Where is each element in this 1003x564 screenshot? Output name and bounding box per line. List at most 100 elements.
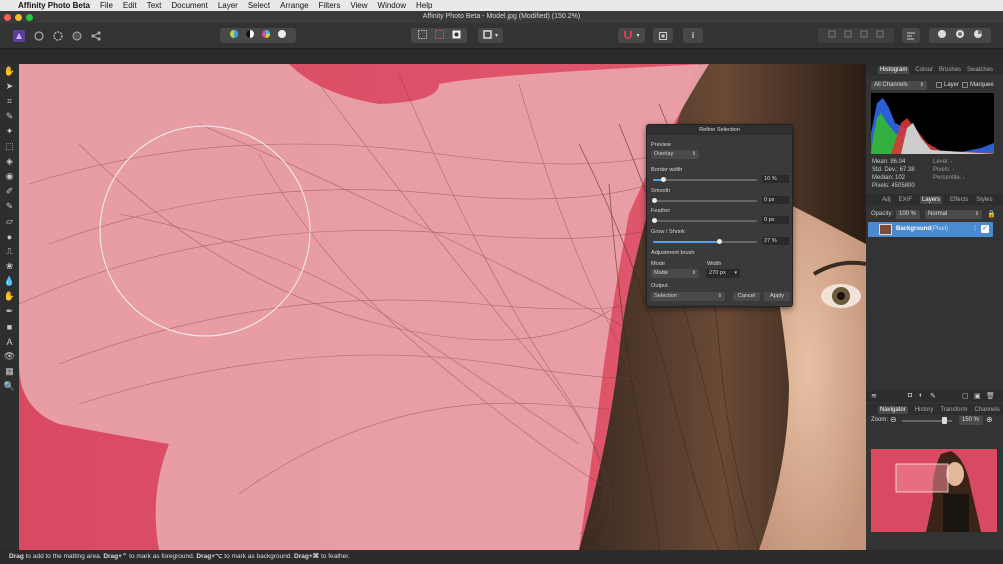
- paint-brush-icon[interactable]: ✐: [0, 184, 19, 199]
- channel-dropdown[interactable]: All Channels ⇕: [871, 81, 927, 90]
- flood-fill-icon[interactable]: ◈: [0, 154, 19, 169]
- menu-edit[interactable]: Edit: [123, 1, 137, 10]
- close-window-button[interactable]: [4, 14, 11, 21]
- pen-tool-icon[interactable]: ✒: [0, 304, 19, 319]
- tab-layers[interactable]: Layers: [920, 195, 943, 204]
- menu-help[interactable]: Help: [416, 1, 432, 10]
- layer-visibility-checkbox[interactable]: ✓: [981, 225, 989, 233]
- move-tool-icon[interactable]: ➤: [0, 79, 19, 94]
- apply-button[interactable]: Apply: [764, 292, 790, 301]
- blend-mode-dropdown[interactable]: Normal ⇕: [925, 210, 982, 219]
- snapping-dropdown[interactable]: ▾: [618, 28, 645, 43]
- auto-levels-icon[interactable]: [229, 29, 239, 42]
- color-picker-icon[interactable]: ◉: [0, 169, 19, 184]
- mesh-warp-icon[interactable]: ▦: [0, 364, 19, 379]
- layer-lock-icon[interactable]: ⋮: [972, 225, 978, 232]
- zoom-out-icon[interactable]: ⊖: [890, 415, 897, 424]
- navigator-preview[interactable]: [871, 449, 997, 532]
- zoom-tool-icon[interactable]: 🔍: [0, 379, 19, 394]
- send-backward-icon[interactable]: [860, 30, 868, 41]
- delete-layer-icon[interactable]: 🗑: [986, 392, 995, 400]
- layer-row-background[interactable]: Background (Pixel) ⋮ ✓: [868, 222, 993, 237]
- transform-icon[interactable]: [653, 28, 673, 43]
- width-field[interactable]: 270 px ▾: [706, 269, 740, 278]
- selection-brush-icon[interactable]: ✎: [0, 109, 19, 124]
- tab-colour[interactable]: Colour: [915, 67, 933, 73]
- zoom-in-icon[interactable]: ⊕: [986, 415, 993, 424]
- mode-dropdown[interactable]: Matte ⇕: [651, 269, 699, 278]
- layers-stack-icon[interactable]: ≋: [871, 392, 877, 400]
- shape-tool-icon[interactable]: ■: [0, 319, 19, 334]
- tab-navigator[interactable]: Navigator: [878, 405, 908, 414]
- border-width-slider[interactable]: [653, 177, 757, 182]
- tab-styles[interactable]: Styles: [976, 197, 992, 203]
- marquee-subtract-icon[interactable]: [434, 29, 444, 42]
- smooth-value[interactable]: 0 px: [762, 196, 789, 204]
- smooth-slider[interactable]: [652, 198, 757, 203]
- menu-app-name[interactable]: Affinity Photo Beta: [18, 1, 90, 10]
- red-eye-icon[interactable]: 👁: [0, 349, 19, 364]
- add-mask-icon[interactable]: ◘: [908, 392, 912, 399]
- liquify-persona-icon[interactable]: [31, 28, 46, 43]
- bring-to-front-icon[interactable]: [828, 30, 836, 41]
- dodge-icon[interactable]: ●: [0, 229, 19, 244]
- develop-persona-icon[interactable]: [50, 28, 65, 43]
- minimize-window-button[interactable]: [15, 14, 22, 21]
- output-dropdown[interactable]: Selection ⇕: [651, 292, 725, 301]
- add-group-icon[interactable]: ▣: [974, 392, 981, 400]
- clone-icon[interactable]: ⎍: [0, 244, 19, 259]
- tab-channels[interactable]: Channels: [974, 407, 999, 413]
- menu-layer[interactable]: Layer: [218, 1, 238, 10]
- cancel-button[interactable]: Cancel: [733, 292, 760, 301]
- view-tool-hand-icon[interactable]: ✋: [0, 64, 19, 79]
- marquee-rect-icon[interactable]: [417, 29, 427, 42]
- adjustment-icon[interactable]: ◐: [919, 392, 923, 399]
- inpainting-icon[interactable]: ❀: [0, 259, 19, 274]
- live-filter-icon[interactable]: ✎: [930, 392, 936, 400]
- view-icon[interactable]: [955, 29, 965, 42]
- customize-icon[interactable]: [973, 29, 983, 42]
- tab-transform[interactable]: Transform: [940, 407, 967, 413]
- menu-document[interactable]: Document: [171, 1, 207, 10]
- menu-window[interactable]: Window: [378, 1, 406, 10]
- layer-checkbox[interactable]: [936, 82, 942, 88]
- bring-forward-icon[interactable]: [844, 30, 852, 41]
- align-icon[interactable]: [902, 28, 920, 43]
- tab-exif[interactable]: EXIF: [899, 197, 912, 203]
- smudge-icon[interactable]: ✋: [0, 289, 19, 304]
- blur-brush-icon[interactable]: 💧: [0, 274, 19, 289]
- menu-text[interactable]: Text: [147, 1, 162, 10]
- preview-dropdown[interactable]: Overlay ⇕: [651, 150, 699, 159]
- tab-swatches[interactable]: Swatches: [967, 67, 993, 73]
- marquee-checkbox[interactable]: [962, 82, 968, 88]
- navigator-viewport[interactable]: [895, 463, 949, 493]
- info-icon[interactable]: i: [683, 28, 703, 43]
- send-to-back-icon[interactable]: [876, 30, 884, 41]
- selection-options-dropdown[interactable]: ▾: [478, 28, 503, 43]
- zoom-window-button[interactable]: [26, 14, 33, 21]
- studio-icon[interactable]: [937, 29, 947, 42]
- share-icon[interactable]: [88, 28, 103, 43]
- grow-shrink-slider[interactable]: [653, 239, 757, 244]
- menu-arrange[interactable]: Arrange: [280, 1, 308, 10]
- auto-colors-icon[interactable]: [261, 29, 271, 42]
- quick-mask-icon[interactable]: [452, 30, 461, 42]
- flood-select-icon[interactable]: ✦: [0, 124, 19, 139]
- tab-histogram[interactable]: Histogram: [878, 65, 910, 74]
- crop-tool-icon[interactable]: ⌗: [0, 94, 19, 109]
- menu-filters[interactable]: Filters: [319, 1, 341, 10]
- tab-adj[interactable]: Adj: [882, 197, 891, 203]
- text-tool-icon[interactable]: A: [0, 334, 19, 349]
- color-replacement-icon[interactable]: ✎: [0, 199, 19, 214]
- auto-white-balance-icon[interactable]: [277, 29, 287, 42]
- border-width-value[interactable]: 10 %: [762, 175, 789, 183]
- zoom-slider[interactable]: [902, 417, 952, 424]
- menu-select[interactable]: Select: [248, 1, 270, 10]
- eraser-icon[interactable]: ▱: [0, 214, 19, 229]
- tab-effects[interactable]: Effects: [950, 197, 968, 203]
- photo-persona-icon[interactable]: [11, 28, 27, 43]
- add-pixel-layer-icon[interactable]: ▢: [962, 392, 969, 400]
- menu-file[interactable]: File: [100, 1, 113, 10]
- zoom-field[interactable]: 150 %: [959, 416, 983, 425]
- feather-slider[interactable]: [652, 218, 757, 223]
